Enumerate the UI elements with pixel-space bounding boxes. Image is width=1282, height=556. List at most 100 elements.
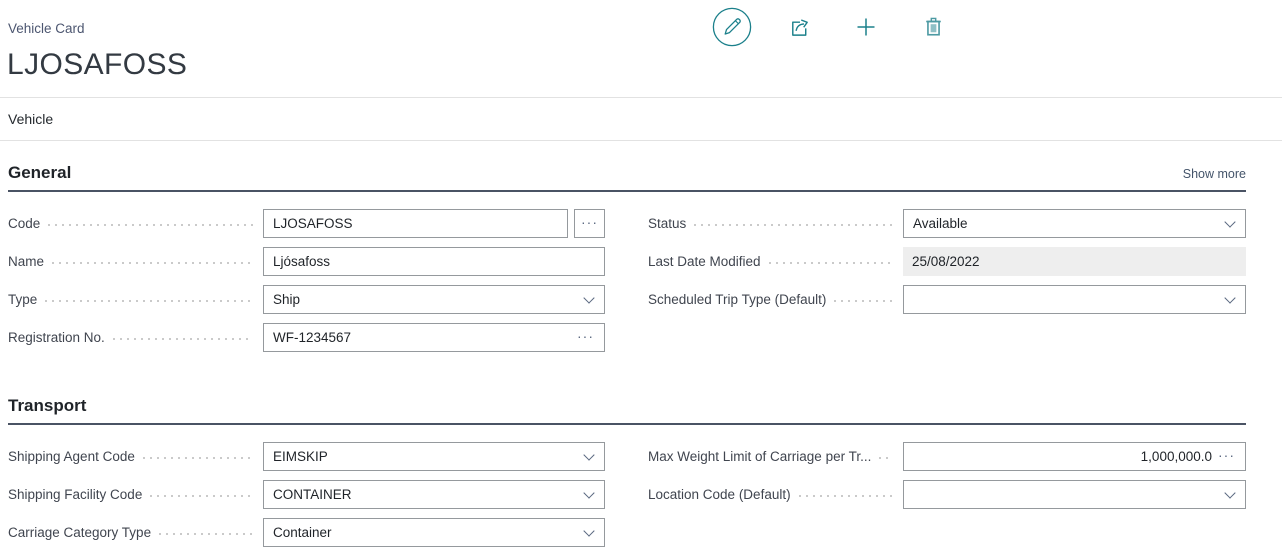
scheduled-trip-type-combobox[interactable] [904,286,1215,313]
shipping-facility-dropdown-toggle[interactable] [574,492,604,497]
type-field-box [263,285,605,314]
field-row-shipping-facility-code: Shipping Facility Code [8,480,605,509]
chevron-down-icon [1224,292,1235,303]
status-field-box [903,209,1246,238]
edit-button[interactable] [712,7,752,49]
scheduled-trip-type-field-box [903,285,1246,314]
section-header-transport: Transport [8,361,1246,425]
plus-icon [854,15,878,42]
location-code-dropdown-toggle[interactable] [1215,492,1245,497]
chevron-down-icon [583,525,594,536]
menu-item-vehicle[interactable]: Vehicle [8,111,53,127]
code-input[interactable] [264,210,567,237]
general-right-column: Status Last Date Modified 25/08/2022 [648,209,1246,361]
field-row-carriage-category-type: Carriage Category Type [8,518,605,547]
code-field-box [263,209,568,238]
location-code-field-box [903,480,1246,509]
shipping-agent-dropdown-toggle[interactable] [574,454,604,459]
max-weight-field-box: ··· [903,442,1246,471]
name-field-box [263,247,605,276]
carriage-category-combobox[interactable] [264,519,574,546]
max-weight-assist-ellipsis-icon[interactable]: ··· [1214,450,1245,464]
registration-field-box: ··· [263,323,605,352]
card-content: General Show more Code ··· Name [8,141,1246,556]
field-row-type: Type [8,285,605,314]
field-label: Name [8,254,44,269]
shipping-facility-combobox[interactable] [264,481,574,508]
chevron-down-icon [583,292,594,303]
status-dropdown-toggle[interactable] [1215,221,1245,226]
dotted-leader [799,495,893,497]
registration-assist-ellipsis-icon[interactable]: ··· [573,331,604,345]
field-label: Type [8,292,37,307]
field-label: Status [648,216,686,231]
field-label: Carriage Category Type [8,525,151,540]
header-toolbar [712,7,953,49]
transport-right-column: Max Weight Limit of Carriage per Tr... ·… [648,442,1246,556]
shipping-agent-combobox[interactable] [264,443,574,470]
field-label: Shipping Agent Code [8,449,135,464]
carriage-category-field-box [263,518,605,547]
shipping-facility-field-box [263,480,605,509]
field-label: Shipping Facility Code [8,487,142,502]
dotted-leader [52,262,253,264]
carriage-category-dropdown-toggle[interactable] [574,530,604,535]
field-label: Code [8,216,40,231]
delete-button[interactable] [913,7,953,49]
status-combobox[interactable] [904,210,1215,237]
page-title: LJOSAFOSS [7,48,187,82]
dotted-leader [113,338,253,340]
field-label: Registration No. [8,330,105,345]
section-title-general[interactable]: General [8,163,71,183]
section-header-general: General Show more [8,141,1246,192]
registration-input[interactable] [264,324,573,351]
page-caption: Vehicle Card [8,21,85,36]
dotted-leader [769,262,893,264]
dotted-leader [48,224,253,226]
ellipsis-icon: ··· [581,217,598,227]
share-icon [788,15,811,41]
max-weight-input[interactable] [904,443,1214,470]
field-row-status: Status [648,209,1246,238]
type-combobox[interactable] [264,286,574,313]
transport-left-column: Shipping Agent Code Shipping Facility Co… [8,442,605,556]
field-label: Max Weight Limit of Carriage per Tr... [648,449,871,464]
page-header: Vehicle Card LJOSAFOSS [0,0,1282,97]
field-row-shipping-agent-code: Shipping Agent Code [8,442,605,471]
field-row-location-code: Location Code (Default) [648,480,1246,509]
dotted-leader [694,224,893,226]
field-row-registration-no: Registration No. ··· [8,323,605,352]
name-input[interactable] [264,248,604,275]
type-dropdown-toggle[interactable] [574,297,604,302]
chevron-down-icon [583,487,594,498]
dotted-leader [879,457,893,459]
chevron-down-icon [583,449,594,460]
field-label: Scheduled Trip Type (Default) [648,292,826,307]
trash-icon [922,15,945,41]
dotted-leader [834,300,893,302]
field-label: Last Date Modified [648,254,761,269]
field-row-scheduled-trip-type: Scheduled Trip Type (Default) [648,285,1246,314]
pencil-circle-icon [712,7,752,50]
general-fields: Code ··· Name [8,192,1246,361]
general-left-column: Code ··· Name [8,209,605,361]
dotted-leader [143,457,253,459]
action-menubar: Vehicle [0,97,1282,141]
scheduled-trip-type-dropdown-toggle[interactable] [1215,297,1245,302]
field-row-name: Name [8,247,605,276]
field-label: Location Code (Default) [648,487,791,502]
share-button[interactable] [779,7,819,49]
transport-fields: Shipping Agent Code Shipping Facility Co… [8,425,1246,556]
chevron-down-icon [1224,216,1235,227]
code-assist-button[interactable]: ··· [574,209,605,238]
shipping-agent-field-box [263,442,605,471]
section-title-transport[interactable]: Transport [8,396,86,416]
location-code-combobox[interactable] [904,481,1215,508]
dotted-leader [45,300,253,302]
show-more-link[interactable]: Show more [1183,167,1246,181]
chevron-down-icon [1224,487,1235,498]
field-row-code: Code ··· [8,209,605,238]
last-date-modified-value: 25/08/2022 [903,247,1246,276]
dotted-leader [150,495,253,497]
new-button[interactable] [846,7,886,49]
